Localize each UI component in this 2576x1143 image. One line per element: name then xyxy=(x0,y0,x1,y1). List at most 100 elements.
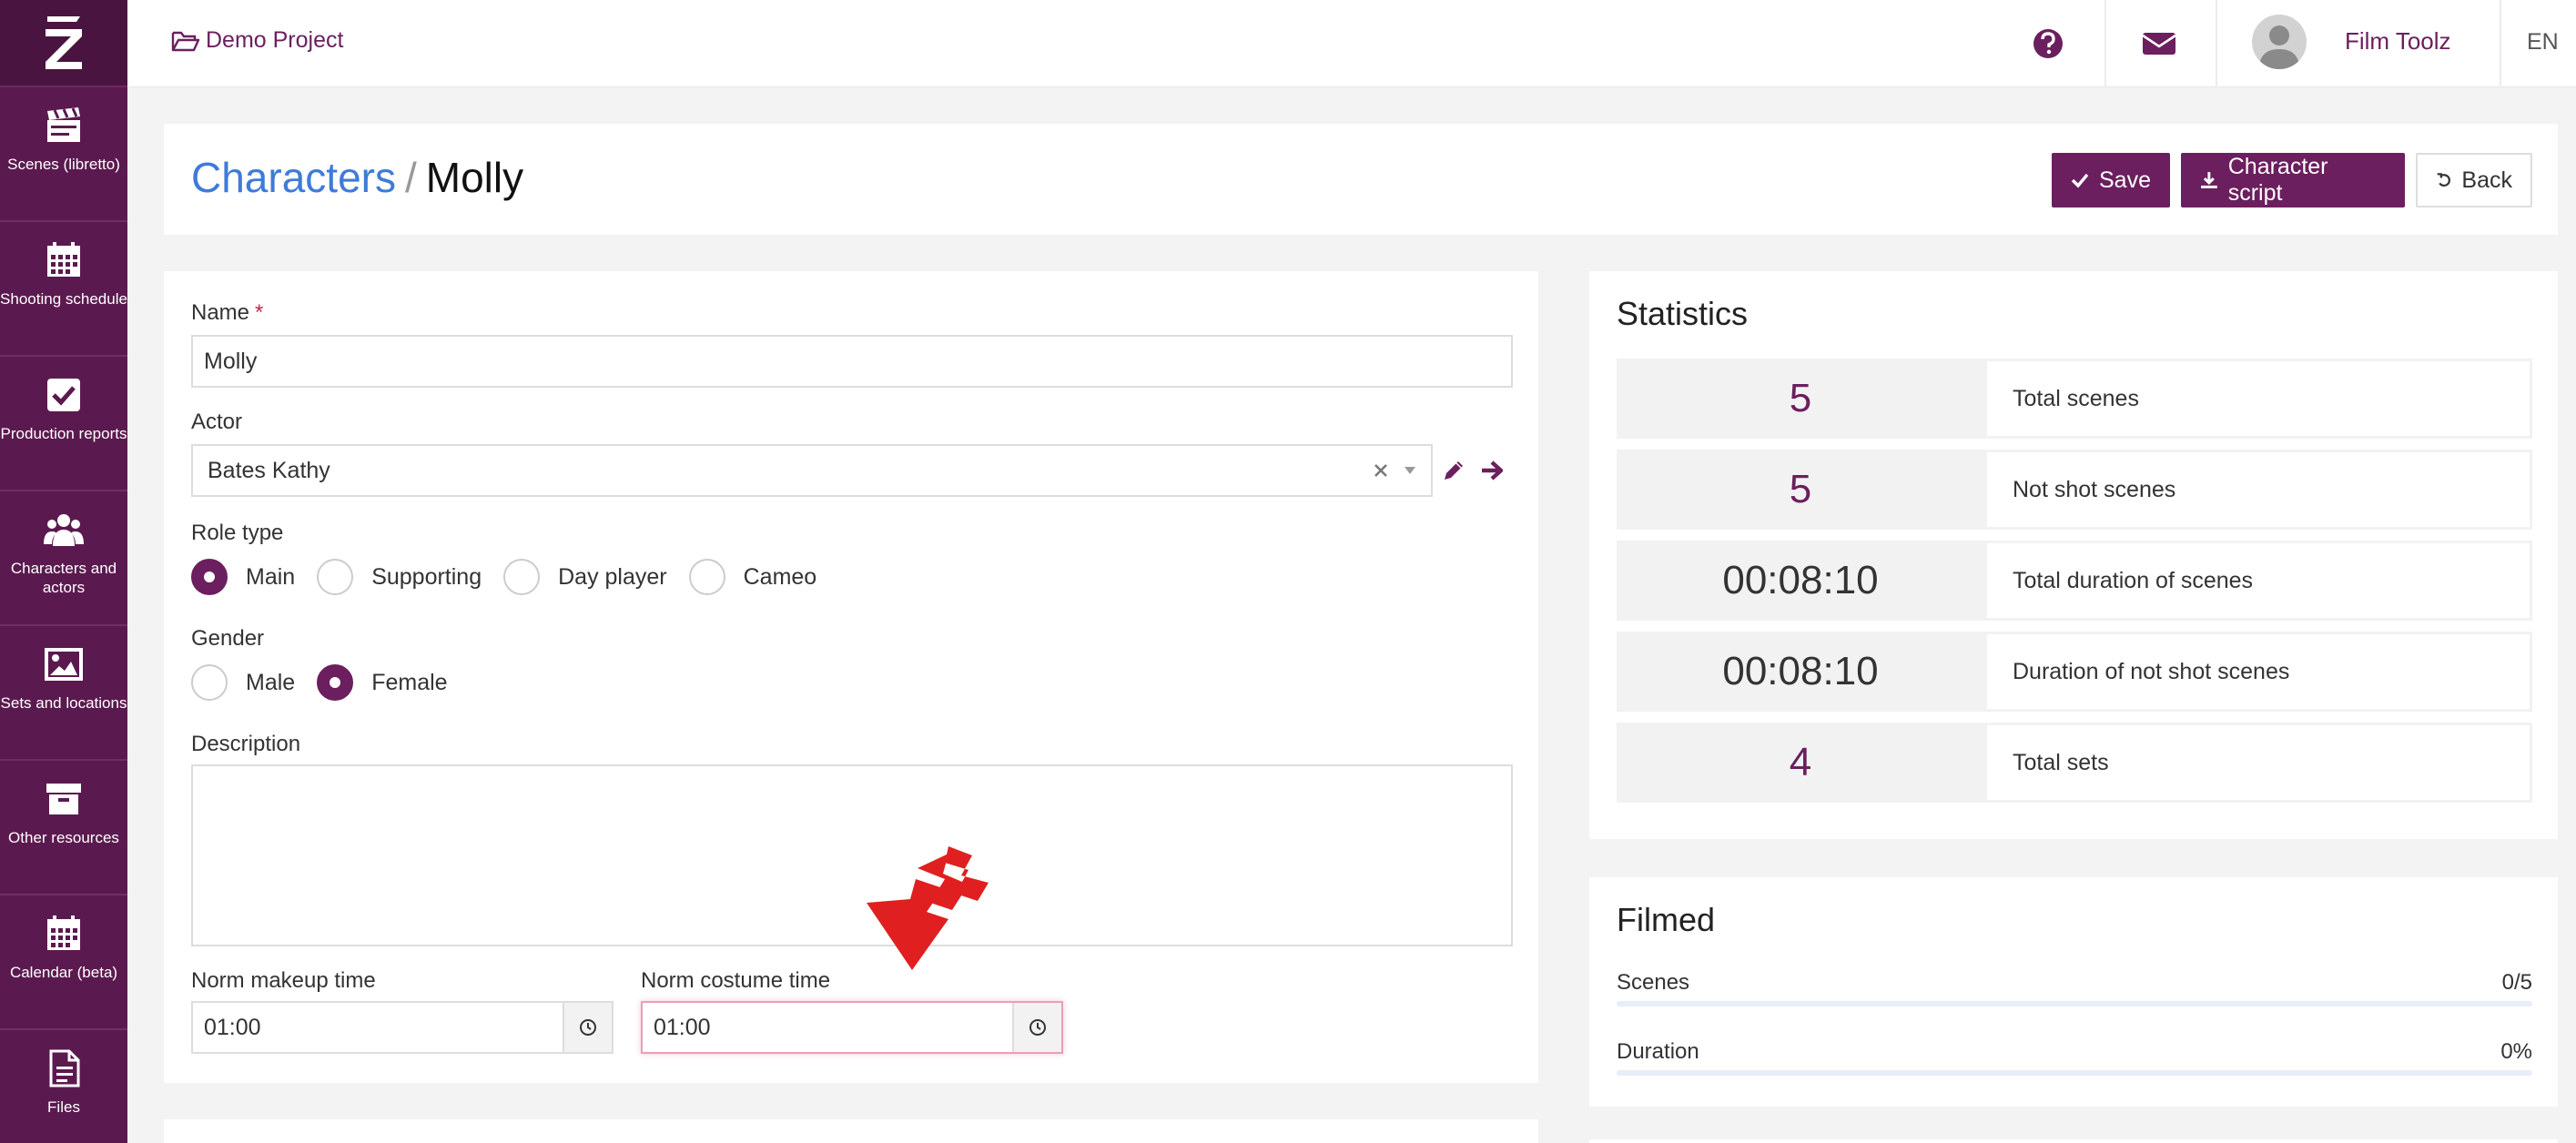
filmed-duration-label: Duration xyxy=(1617,1039,1699,1064)
radio-cameo-label[interactable]: Cameo xyxy=(744,564,817,591)
file-icon xyxy=(49,1049,80,1087)
sidebar-item-production-reports[interactable]: Production reports xyxy=(0,357,127,491)
back-label: Back xyxy=(2461,167,2512,193)
radio-male-label[interactable]: Male xyxy=(246,670,295,696)
radio-female-label[interactable]: Female xyxy=(371,670,447,696)
sidebar-item-label: Shooting schedule xyxy=(0,290,127,308)
page-title: Molly xyxy=(425,154,524,201)
radio-cameo[interactable] xyxy=(688,559,725,595)
actor-select[interactable]: Bates Kathy xyxy=(191,444,1433,497)
radio-main-label[interactable]: Main xyxy=(246,564,295,591)
character-script-button[interactable]: Character script xyxy=(2181,153,2405,207)
user-name[interactable]: Film Toolz xyxy=(2345,27,2451,56)
sidebar: Scenes (libretto) Shooting schedule Prod… xyxy=(0,0,127,1143)
user-icon xyxy=(2259,25,2299,69)
stat-row: 4 Total sets xyxy=(1617,723,2532,803)
help-icon[interactable] xyxy=(2030,25,2066,62)
actor-label: Actor xyxy=(191,410,243,434)
duration-progress-bar xyxy=(1617,1070,2532,1076)
stat-label: Total duration of scenes xyxy=(1984,541,2532,621)
project-link[interactable]: Demo Project xyxy=(171,27,343,54)
radio-supporting[interactable] xyxy=(317,559,354,595)
role-type-group: Main Supporting Day player Cameo xyxy=(191,557,838,597)
sidebar-item-label: Other resources xyxy=(8,829,119,846)
radio-day-player[interactable] xyxy=(503,559,541,595)
costume-time-value: 01:00 xyxy=(654,1014,711,1040)
costume-time-input[interactable]: 01:00 xyxy=(641,1001,1063,1054)
check-icon xyxy=(2071,173,2089,188)
undo-icon xyxy=(2437,173,2450,187)
makeup-time-value: 01:00 xyxy=(204,1014,261,1040)
sidebar-item-sets[interactable]: Sets and locations xyxy=(0,626,127,761)
clock-button[interactable] xyxy=(563,1003,612,1052)
clapperboard-icon xyxy=(47,107,80,142)
divider xyxy=(2104,0,2106,87)
chevron-down-icon[interactable] xyxy=(1404,466,1416,475)
clock-icon xyxy=(1029,1019,1046,1036)
stat-value: 5 xyxy=(1617,359,1984,439)
project-name: Demo Project xyxy=(206,27,344,53)
stat-row: 00:08:10 Duration of not shot scenes xyxy=(1617,632,2532,712)
statistics-panel: Statistics 5 Total scenes 5 Not shot sce… xyxy=(1589,271,2558,839)
back-button[interactable]: Back xyxy=(2416,153,2532,207)
logo-icon xyxy=(46,16,82,69)
filmed-title: Filmed xyxy=(1617,901,1716,938)
download-icon xyxy=(2200,172,2217,188)
clock-button[interactable] xyxy=(1012,1003,1061,1052)
top-bar: Demo Project Film Toolz EN xyxy=(127,0,2576,87)
avatar[interactable] xyxy=(2252,15,2307,69)
makeup-time-input[interactable]: 01:00 xyxy=(191,1001,614,1054)
stat-value: 4 xyxy=(1617,723,1984,803)
clear-icon[interactable] xyxy=(1373,462,1389,479)
makeup-time-label: Norm makeup time xyxy=(191,968,376,993)
gender-group: Male Female xyxy=(191,663,470,703)
calendar-icon xyxy=(47,242,80,277)
breadcrumb-separator: / xyxy=(404,154,417,201)
stat-row: 5 Total scenes xyxy=(1617,359,2532,439)
mail-icon[interactable] xyxy=(2141,29,2177,58)
divider xyxy=(2500,0,2501,87)
archive-icon xyxy=(46,784,81,814)
folder-open-icon xyxy=(171,31,200,51)
sidebar-item-label: Calendar (beta) xyxy=(9,964,118,981)
save-button[interactable]: Save xyxy=(2052,153,2170,207)
gender-label: Gender xyxy=(191,626,265,651)
stat-value: 00:08:10 xyxy=(1617,541,1984,621)
sidebar-item-shooting-schedule[interactable]: Shooting schedule xyxy=(0,222,127,357)
app-logo[interactable] xyxy=(0,0,127,87)
divider xyxy=(2216,0,2217,87)
radio-supporting-label[interactable]: Supporting xyxy=(371,564,482,591)
stat-row: 00:08:10 Total duration of scenes xyxy=(1617,541,2532,621)
sidebar-item-calendar[interactable]: Calendar (beta) xyxy=(0,895,127,1030)
radio-female[interactable] xyxy=(317,664,354,701)
description-label: Description xyxy=(191,732,301,756)
filmed-scenes-row: Scenes 0/5 xyxy=(1617,970,2532,996)
arrow-right-icon[interactable] xyxy=(1480,459,1506,482)
pencil-icon[interactable] xyxy=(1442,459,1465,482)
sidebar-item-label: Sets and locations xyxy=(0,694,127,712)
stat-label: Total scenes xyxy=(1984,359,2532,439)
sidebar-item-other-resources[interactable]: Other resources xyxy=(0,761,127,895)
name-input[interactable]: Molly xyxy=(191,335,1513,388)
filmed-duration-value: 0% xyxy=(2500,1039,2532,1064)
filmed-scenes-label: Scenes xyxy=(1617,970,1690,995)
name-label: Name * xyxy=(191,300,263,326)
clock-icon xyxy=(580,1019,596,1036)
page-header: Characters / Molly Save Character script B… xyxy=(164,124,2558,235)
lower-panel xyxy=(164,1119,1538,1143)
radio-male[interactable] xyxy=(191,664,228,701)
sidebar-item-characters[interactable]: Characters and actors xyxy=(0,491,127,626)
required-marker: * xyxy=(255,300,264,325)
description-textarea[interactable] xyxy=(191,764,1513,946)
image-icon xyxy=(45,648,83,681)
filmed-duration-row: Duration 0% xyxy=(1617,1039,2532,1065)
filmed-scenes-value: 0/5 xyxy=(2501,970,2532,995)
breadcrumb-characters-link[interactable]: Characters xyxy=(191,154,396,201)
stat-label: Not shot scenes xyxy=(1984,450,2532,530)
filmed-panel: Filmed Scenes 0/5 Duration 0% xyxy=(1589,877,2558,1107)
sidebar-item-scenes[interactable]: Scenes (libretto) xyxy=(0,87,127,222)
sidebar-item-files[interactable]: Files xyxy=(0,1030,127,1143)
radio-main[interactable] xyxy=(191,559,228,595)
language-switcher[interactable]: EN xyxy=(2527,29,2559,56)
radio-day-player-label[interactable]: Day player xyxy=(558,564,667,591)
